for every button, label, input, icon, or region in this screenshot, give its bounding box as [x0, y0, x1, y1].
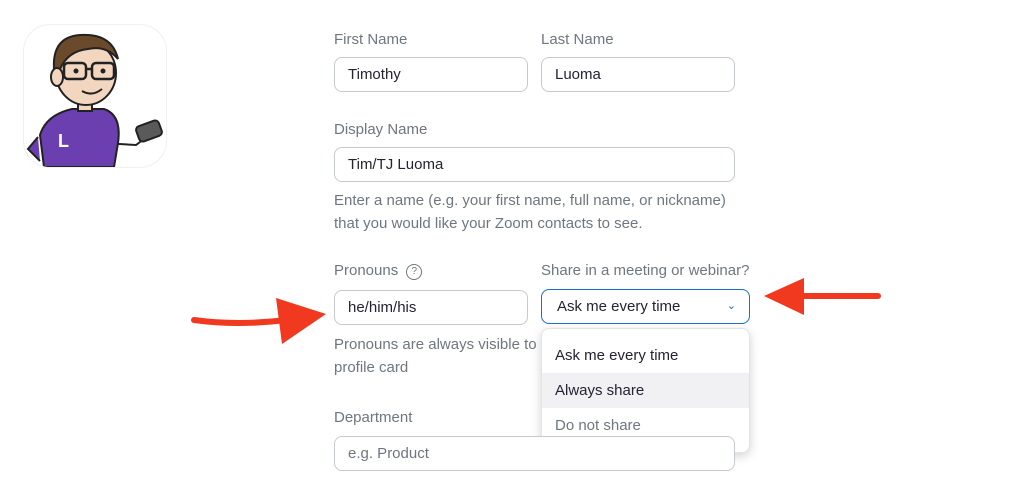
avatar: L [24, 25, 166, 167]
pronouns-label-row: Pronouns? [334, 262, 423, 280]
pronouns-label: Pronouns [334, 262, 399, 279]
display-name-help: Enter a name (e.g. your first name, full… [334, 189, 726, 235]
chevron-down-icon: ⌄ [726, 300, 736, 312]
share-select-value: Ask me every time [557, 298, 681, 315]
share-option-ask[interactable]: Ask me every time [542, 338, 749, 373]
display-name-input[interactable]: Tim/TJ Luoma [334, 147, 735, 182]
pronouns-help-line-1: Pronouns are always visible to [334, 336, 537, 353]
share-select[interactable]: Ask me every time ⌄ [541, 289, 750, 324]
display-name-help-line-2: that you would like your Zoom contacts t… [334, 215, 643, 232]
department-label: Department [334, 409, 413, 426]
pronouns-input[interactable]: he/him/his [334, 290, 528, 325]
pronouns-help: Pronouns are always visible to profile c… [334, 333, 537, 379]
last-name-input[interactable]: Luoma [541, 57, 735, 92]
department-input[interactable]: e.g. Product [334, 436, 735, 471]
last-name-label: Last Name [541, 31, 614, 48]
display-name-label: Display Name [334, 121, 428, 138]
svg-text:L: L [58, 131, 69, 151]
share-dropdown-menu: Ask me every time Always share Do not sh… [541, 328, 750, 453]
annotation-arrow-right [764, 278, 881, 315]
display-name-help-line-1: Enter a name (e.g. your first name, full… [334, 192, 726, 209]
pronouns-help-line-2: profile card [334, 359, 409, 376]
first-name-input[interactable]: Timothy [334, 57, 528, 92]
share-label: Share in a meeting or webinar? [541, 262, 750, 279]
annotation-arrow-left [191, 298, 326, 344]
avatar-illustration: L [26, 33, 163, 167]
info-icon[interactable]: ? [406, 264, 423, 280]
first-name-label: First Name [334, 31, 408, 48]
share-option-always[interactable]: Always share [542, 373, 749, 408]
